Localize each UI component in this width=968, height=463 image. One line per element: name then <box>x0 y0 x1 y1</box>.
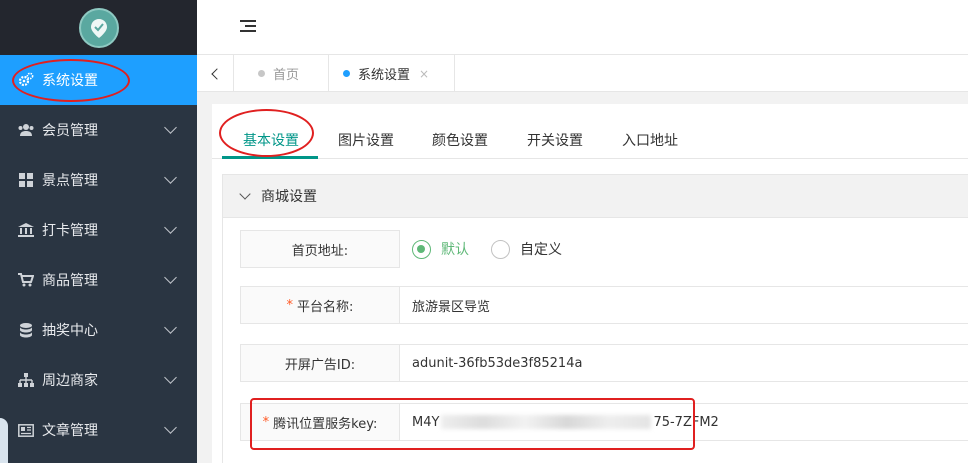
tabs-scroll-left-button[interactable] <box>197 55 234 92</box>
blurred-redaction <box>441 415 652 429</box>
chevron-down-icon <box>164 271 177 284</box>
users-icon <box>18 122 34 138</box>
radio-custom[interactable]: 自定义 <box>491 239 562 259</box>
form-row-map-key: * 腾讯位置服务key: M4Y 75-7ZFM2 <box>240 403 968 441</box>
close-icon[interactable]: × <box>419 67 429 81</box>
tab-label: 首页 <box>273 68 300 83</box>
sidebar-item-lottery[interactable]: 抽奖中心 <box>0 305 197 355</box>
sidebar-item-system-settings[interactable]: 系统设置 <box>0 55 197 105</box>
sidebar-item-label: 会员管理 <box>42 123 98 139</box>
sidebar-item-nearby-merchants[interactable]: 周边商家 <box>0 355 197 405</box>
sidebar: 系统设置 会员管理 景点管理 打卡管理 商品管理 抽奖中心 周边商家 文章管理 <box>0 0 197 463</box>
label-text: 平台名称: <box>297 299 354 315</box>
sidebar-item-label: 抽奖中心 <box>42 323 98 339</box>
chevron-down-icon <box>164 321 177 334</box>
tab-label: 系统设置 <box>358 68 411 83</box>
sitemap-icon <box>18 372 34 388</box>
tab-dot-icon <box>343 70 350 77</box>
sidebar-item-checkin[interactable]: 打卡管理 <box>0 205 197 255</box>
sidebar-item-products[interactable]: 商品管理 <box>0 255 197 305</box>
radio-label: 默认 <box>441 242 469 258</box>
sidebar-item-label: 周边商家 <box>42 373 98 389</box>
radio-default[interactable]: 默认 <box>412 239 469 259</box>
settings-tabs: 基本设置 图片设置 颜色设置 开关设置 入口地址 <box>212 104 968 159</box>
cart-icon <box>18 272 34 288</box>
radio-unchecked-icon <box>491 239 510 259</box>
grid-icon <box>18 172 34 188</box>
platform-name-label: * 平台名称: <box>240 286 400 324</box>
article-icon <box>18 422 34 438</box>
bank-icon <box>18 222 34 238</box>
label-text: 开屏广告ID: <box>284 357 356 373</box>
top-header <box>197 0 968 55</box>
required-mark: * <box>262 414 270 430</box>
splash-ad-label: 开屏广告ID: <box>240 344 400 382</box>
map-key-suffix: 75-7ZFM2 <box>653 414 719 430</box>
tab-home[interactable]: 首页 <box>234 55 329 92</box>
sidebar-item-label: 系统设置 <box>42 73 98 89</box>
splash-ad-id-input[interactable]: adunit-36fb53de3f85214a <box>399 344 968 382</box>
map-key-prefix: M4Y <box>412 414 440 430</box>
radio-label: 自定义 <box>520 242 562 258</box>
tab-basic-settings[interactable]: 基本设置 <box>243 130 299 150</box>
main-content: 基本设置 图片设置 颜色设置 开关设置 入口地址 商城设置 首页地址: 默认 自… <box>212 104 968 463</box>
menu-toggle-icon[interactable] <box>240 20 256 32</box>
tab-switch-settings[interactable]: 开关设置 <box>527 130 583 150</box>
radio-checked-icon <box>412 239 431 259</box>
page-tabs-bar: 首页 系统设置 × <box>197 55 968 92</box>
section-header[interactable]: 商城设置 <box>222 174 968 218</box>
chevron-left-icon <box>210 67 223 80</box>
tab-image-settings[interactable]: 图片设置 <box>338 130 394 150</box>
required-mark: * <box>286 297 294 313</box>
form-row-splash-ad: 开屏广告ID: adunit-36fb53de3f85214a <box>240 344 968 382</box>
platform-name-input[interactable]: 旅游景区导览 <box>399 286 968 324</box>
chevron-down-icon <box>164 421 177 434</box>
logo-area <box>0 0 197 55</box>
floating-widget-edge[interactable] <box>0 418 8 463</box>
sidebar-item-label: 景点管理 <box>42 173 98 189</box>
database-icon <box>18 322 34 338</box>
tab-system-settings[interactable]: 系统设置 × <box>329 55 455 92</box>
sidebar-item-label: 打卡管理 <box>42 223 98 239</box>
sidebar-item-articles[interactable]: 文章管理 <box>0 405 197 455</box>
chevron-down-icon <box>164 121 177 134</box>
label-text: 腾讯位置服务key: <box>273 416 378 432</box>
homepage-radio-group: 默认 自定义 <box>412 230 584 268</box>
label-text: 首页地址: <box>291 243 349 259</box>
tab-dot-icon <box>258 70 265 77</box>
sidebar-item-label: 商品管理 <box>42 273 98 289</box>
tab-entry-url[interactable]: 入口地址 <box>622 130 678 150</box>
chevron-down-icon <box>164 171 177 184</box>
sidebar-item-members[interactable]: 会员管理 <box>0 105 197 155</box>
chevron-down-icon <box>164 221 177 234</box>
form-row-platform-name: * 平台名称: 旅游景区导览 <box>240 286 968 324</box>
gears-icon <box>18 72 34 88</box>
form-row-homepage: 首页地址: 默认 自定义 <box>240 230 968 268</box>
active-tab-indicator <box>222 156 318 159</box>
homepage-label: 首页地址: <box>240 230 400 268</box>
section-title: 商城设置 <box>261 189 317 205</box>
map-key-input[interactable]: M4Y 75-7ZFM2 <box>399 403 968 441</box>
sidebar-item-scenic-spots[interactable]: 景点管理 <box>0 155 197 205</box>
sidebar-item-label: 文章管理 <box>42 423 98 439</box>
chevron-down-icon <box>164 371 177 384</box>
section-body: 首页地址: 默认 自定义 * 平台名称: 旅游景区导览 开屏广告ID: adun… <box>222 218 968 463</box>
chevron-down-icon <box>239 188 251 200</box>
logo-icon[interactable] <box>78 7 119 48</box>
tab-color-settings[interactable]: 颜色设置 <box>432 130 488 150</box>
map-key-label: * 腾讯位置服务key: <box>240 403 400 441</box>
